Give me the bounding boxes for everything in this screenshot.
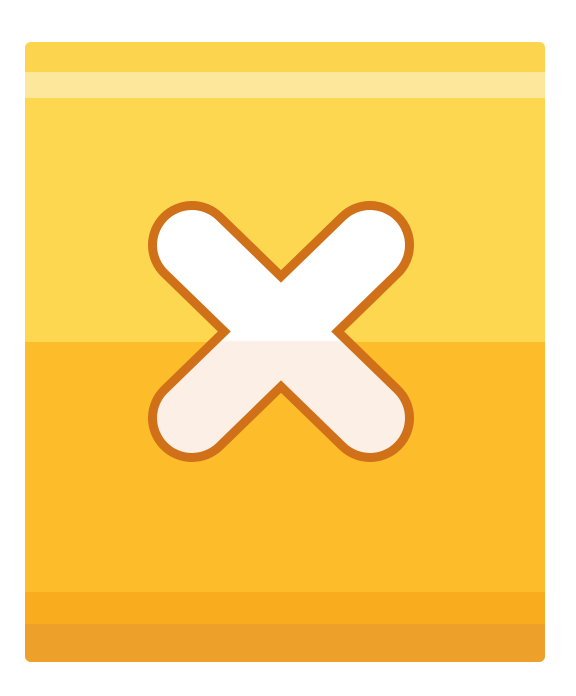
close-x-icon (25, 42, 545, 662)
x-mark (148, 201, 414, 462)
tile-bottom-edge (25, 624, 545, 662)
tile-highlight-band (25, 72, 545, 98)
tile-bottom-band (25, 592, 545, 624)
icon-canvas (0, 0, 576, 696)
tile-top-edge (25, 42, 545, 72)
